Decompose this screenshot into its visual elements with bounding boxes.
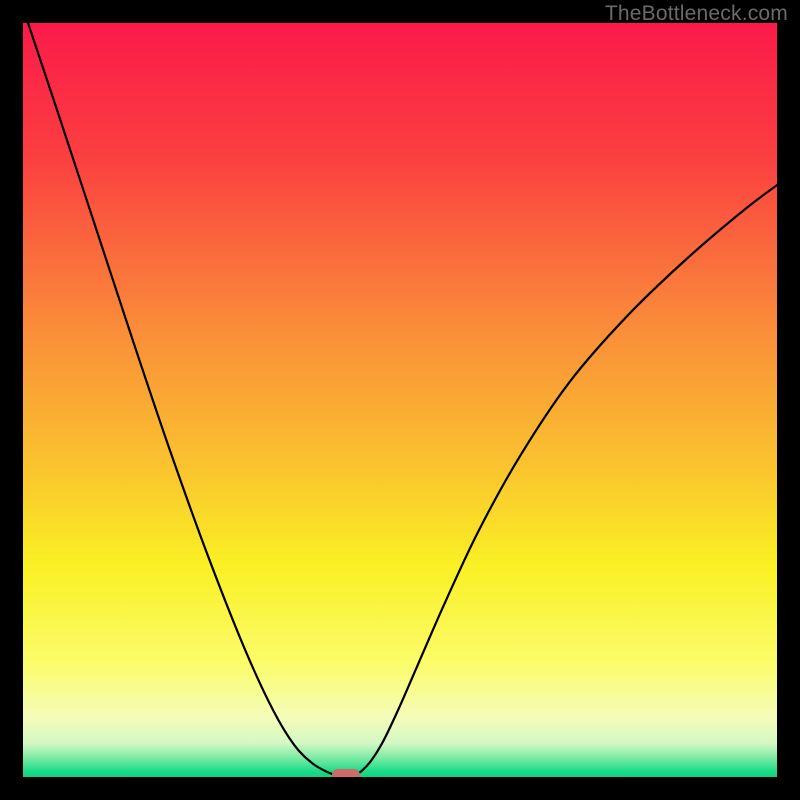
plot-area (23, 23, 777, 777)
watermark-text: TheBottleneck.com (605, 2, 788, 26)
curve-layer (23, 23, 777, 777)
chart-frame: TheBottleneck.com (0, 0, 800, 800)
minimum-marker (332, 769, 360, 777)
bottleneck-curve (23, 23, 777, 777)
